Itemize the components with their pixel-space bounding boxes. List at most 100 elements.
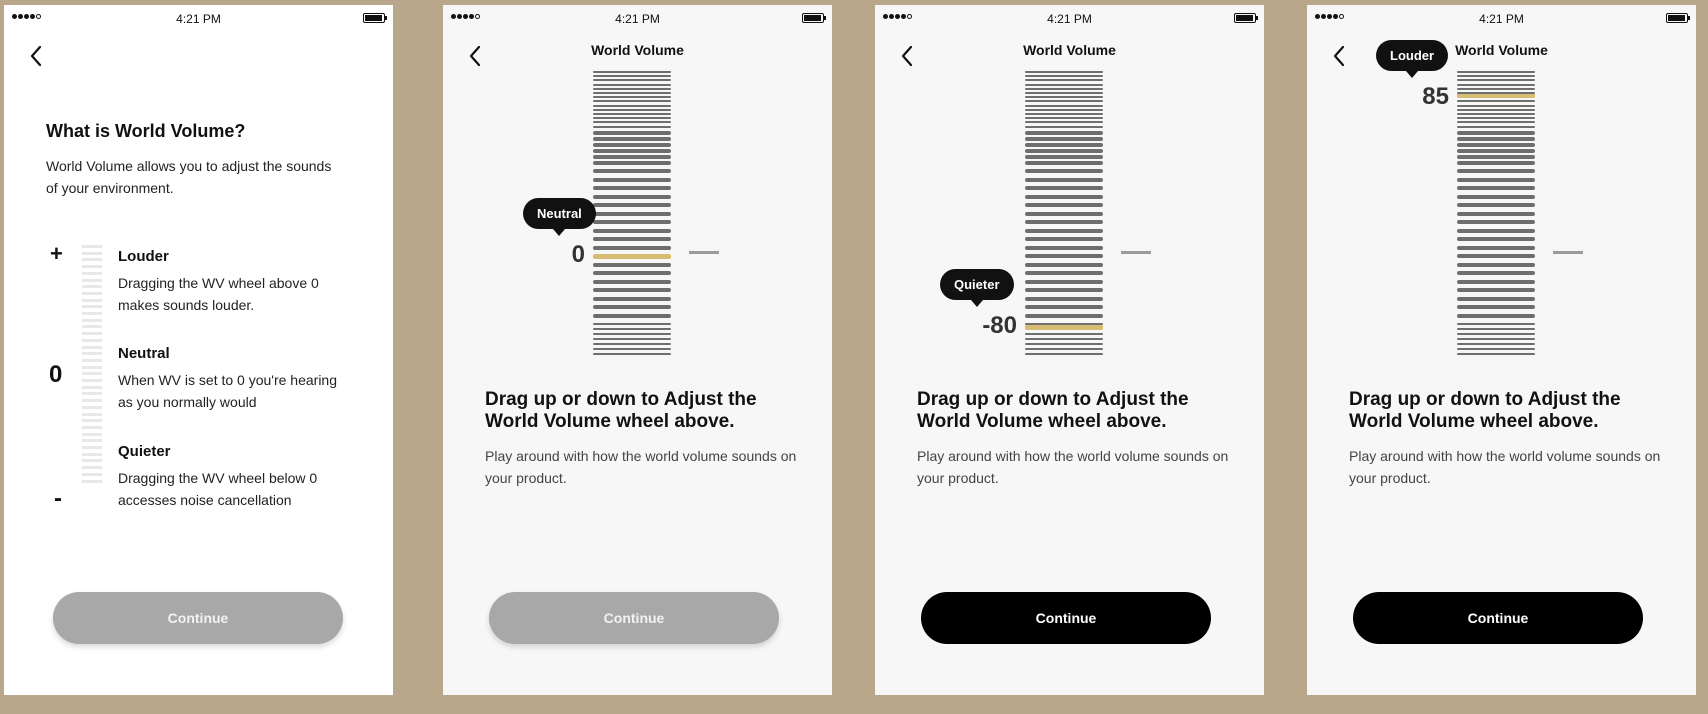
wheel-tick [1025,254,1103,258]
wheel-tick [593,323,671,325]
instruction-text: Play around with how the world volume so… [485,448,797,486]
wheel-tick [593,142,671,147]
screen-adjust-louder: 4:21 PM World Volume Louder 85 Drag up o… [1307,5,1696,695]
wheel-tick [1457,343,1535,345]
wheel-tick [1457,83,1535,86]
world-volume-wheel[interactable] [1457,70,1535,358]
wheel-tick [593,83,671,86]
wheel-tick [1457,177,1535,182]
status-bar: 4:21 PM [1307,5,1696,29]
wheel-tick [1025,75,1103,78]
wheel-tick [593,100,671,103]
wheel-tick [1025,112,1103,115]
wheel-tick [1457,70,1535,73]
wheel-tick [593,194,671,199]
wheel-tick [1457,279,1535,284]
wheel-tick [593,245,671,250]
value-readout: 0 [571,241,585,268]
mini-scale-tick [82,278,102,282]
wheel-tick [1025,70,1103,73]
wheel-tick [1025,87,1103,90]
continue-button[interactable]: Continue [921,592,1211,644]
wheel-tick [1457,194,1535,199]
wheel-tick [1457,220,1535,224]
wheel-tick [1025,79,1103,82]
wheel-tick [1457,296,1535,301]
plus-symbol: + [50,241,63,266]
wheel-tick [593,237,671,241]
wheel-tick [593,70,671,73]
wheel-tick [1025,91,1103,94]
mini-scale-tick [82,291,102,295]
neutral-marker [689,251,719,254]
wheel-tick [593,154,671,159]
wheel-tick [1025,279,1103,284]
wheel-tick [1457,75,1535,78]
wheel-tick [593,91,671,94]
mini-scale-tick [82,352,102,356]
wheel-tick [593,343,671,345]
wheel-tick [1025,353,1103,355]
wheel-tick [1025,194,1103,199]
world-volume-wheel[interactable] [593,70,671,358]
wheel-tick [1025,296,1103,301]
wheel-tick [1457,108,1535,111]
wheel-tick [1457,271,1535,275]
mini-scale-tick [82,446,102,449]
wheel-tick [1025,125,1103,128]
continue-button[interactable]: Continue [53,592,343,644]
wheel-tick [593,262,671,267]
wheel-tick [593,96,671,99]
mini-scale-tick [82,298,102,302]
wheel-tick [1457,313,1535,318]
wheel-tick [1457,121,1535,124]
wheel-tick [1457,305,1535,309]
mini-scale-tick [82,459,102,463]
status-time: 4:21 PM [176,12,221,26]
back-button[interactable] [24,43,50,69]
continue-button[interactable]: Continue [489,592,779,644]
wheel-tick [593,353,671,355]
mini-scale-tick [82,338,102,342]
wheel-tick [1457,100,1535,103]
mini-scale-tick [82,285,102,289]
wheel-tick [1025,343,1103,345]
mini-scale-tick [82,399,102,403]
wheel-tick [1457,169,1535,173]
wheel-tick [1457,237,1535,241]
wheel-tick [593,288,671,292]
wheel-tick [1457,203,1535,207]
wheel-tick [593,220,671,224]
mini-scale-tick [82,439,102,443]
mini-scale-tick [82,385,102,389]
wheel-tick [593,305,671,309]
wheel-tick [593,328,671,330]
wheel-tick [593,136,671,141]
wheel-tick [1457,245,1535,250]
mini-scale-tick [82,425,102,429]
mini-scale-tick [82,412,102,416]
wheel-tick [1025,83,1103,86]
mini-scale-tick [82,479,102,483]
continue-button[interactable]: Continue [1353,592,1643,644]
wheel-tick [593,296,671,301]
battery-icon [1234,13,1258,23]
world-volume-wheel[interactable] [1025,70,1103,358]
mini-scale-tick [82,432,102,436]
wheel-tick [1025,305,1103,309]
page-title: What is World Volume? [46,121,246,141]
wheel-tick [1457,136,1535,141]
neutral-marker [1121,251,1151,254]
wheel-tick [593,203,671,207]
wheel-tick [1025,338,1103,340]
mini-scale-tick [82,379,102,382]
wheel-tick [1457,160,1535,165]
wheel-tick [593,112,671,115]
wheel-tick [593,228,671,233]
mini-scale-tick [82,392,102,396]
wheel-tick [1025,117,1103,120]
wheel-tick [593,121,671,124]
wheel-tick [1025,160,1103,165]
wheel-tick [593,333,671,335]
wheel-selected-tick [593,253,671,259]
